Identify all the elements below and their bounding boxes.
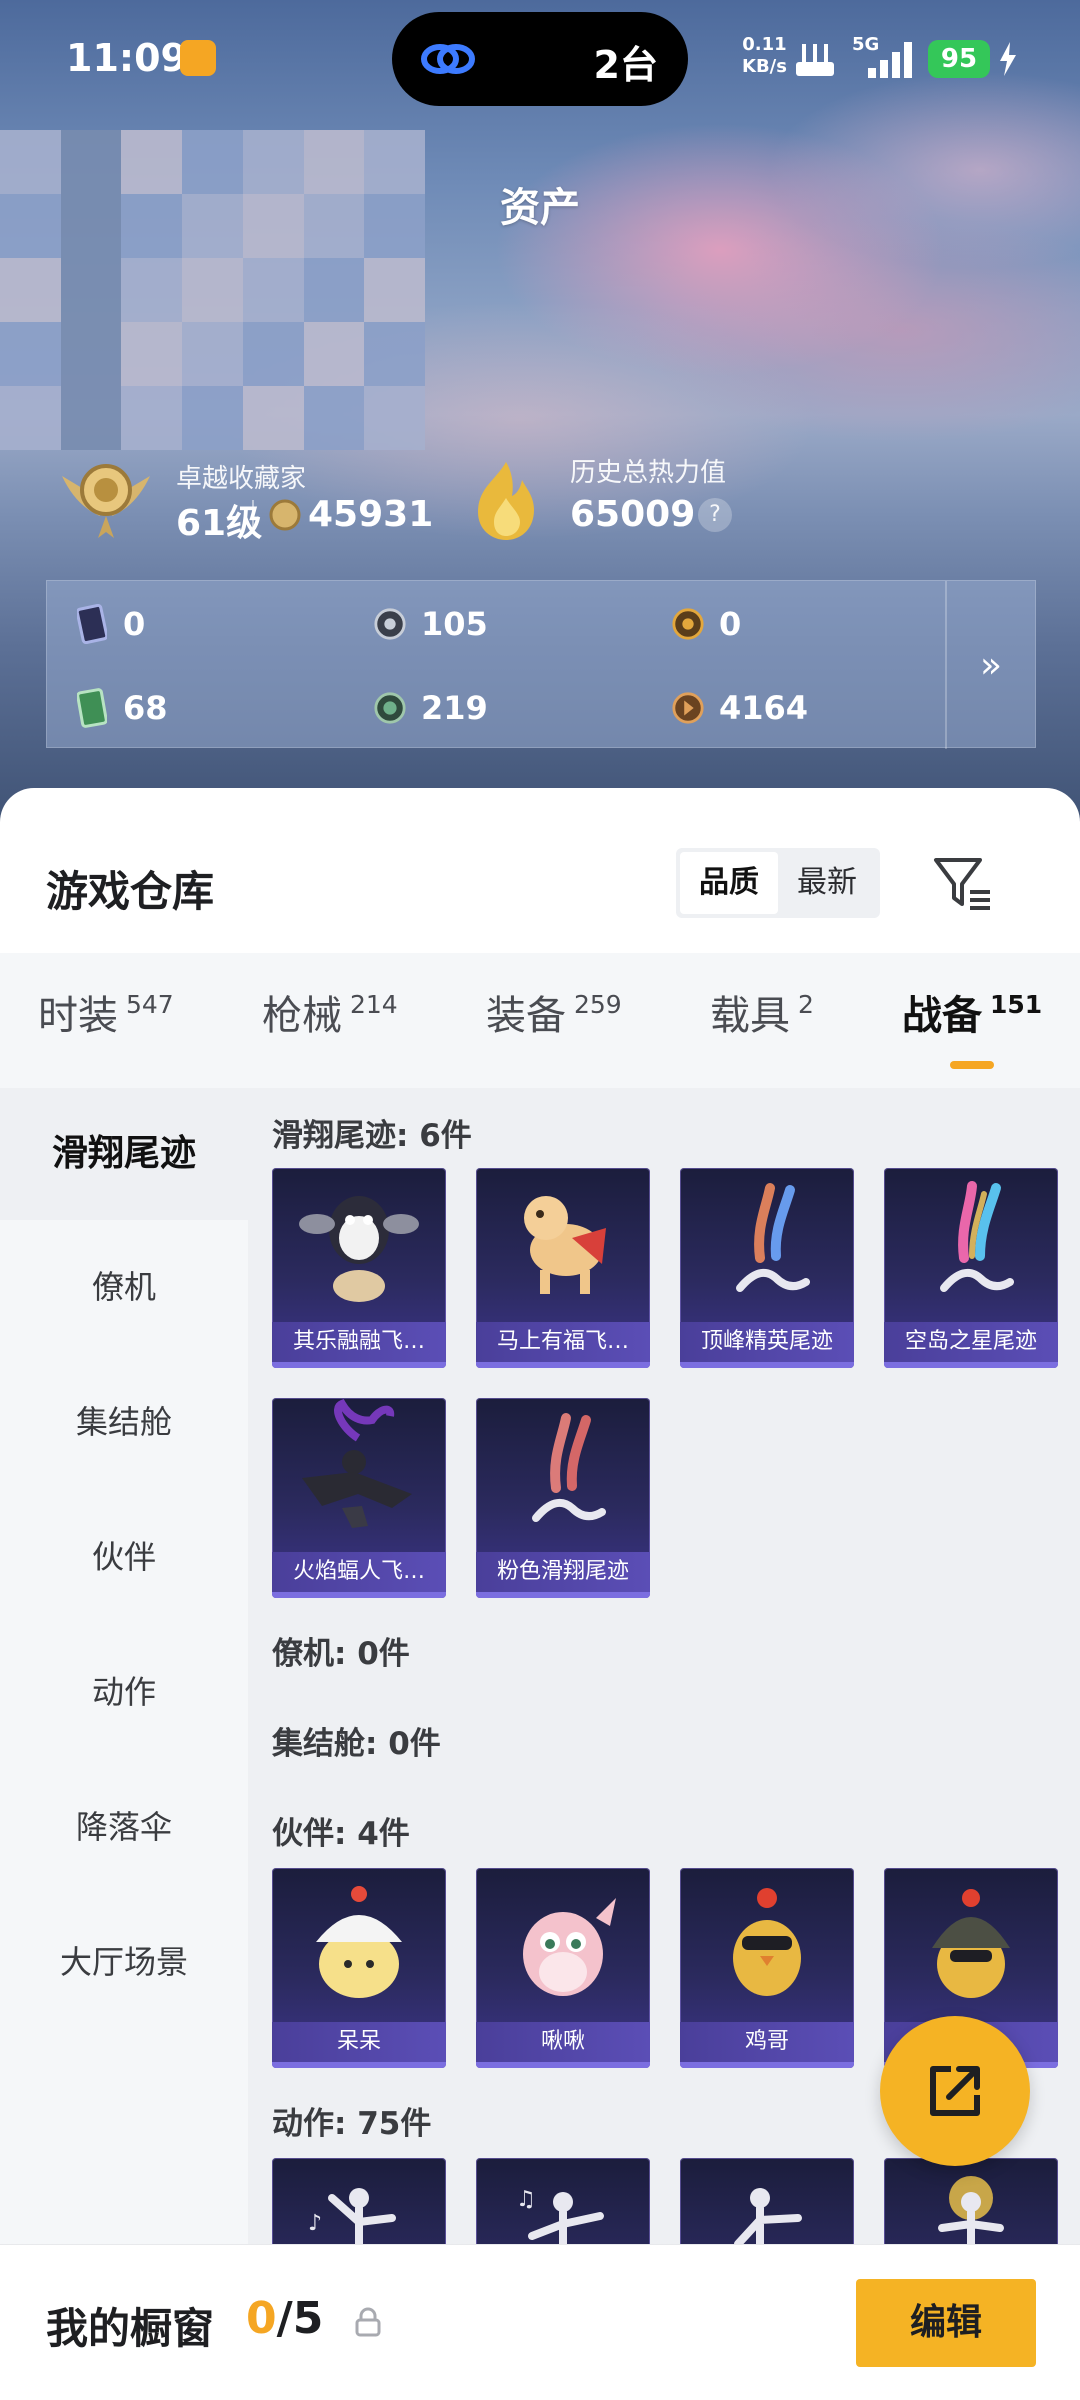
category-tabs: 时装 547 枪械 214 装备 259 载具 2 战备 151 — [0, 953, 1080, 1088]
currency-green-ticket: 68 — [75, 683, 168, 733]
item-card[interactable]: 顶峰精英尾迹 — [680, 1168, 854, 1368]
card-icon — [75, 604, 109, 644]
share-button[interactable] — [880, 2016, 1030, 2166]
sidebar-item-companion[interactable]: 伙伴 — [0, 1491, 248, 1623]
collector-title: 卓越收藏家 — [176, 464, 307, 494]
warehouse-title: 游戏仓库 — [46, 867, 215, 916]
sidebar-item-rally-pod[interactable]: 集结舱 — [0, 1356, 248, 1488]
currency-green-coin: 219 — [373, 683, 488, 733]
tab-battle-prep[interactable]: 战备 151 — [902, 983, 1042, 1041]
showcase-bar: 我的橱窗 0/5 编辑 — [0, 2244, 1080, 2400]
pink-bird-companion-icon — [523, 1898, 616, 1996]
share-icon — [930, 2066, 980, 2116]
flame-icon — [478, 462, 534, 540]
edit-button[interactable]: 编辑 — [856, 2279, 1036, 2367]
showcase-count: 0/5 — [246, 2293, 324, 2344]
helmet-chicken-companion-icon — [932, 1889, 1010, 1998]
flame-batman-glider-icon — [302, 1398, 412, 1528]
sidebar: 滑翔尾迹 僚机 集结舱 伙伴 动作 降落伞 大厅场景 — [0, 1088, 248, 2400]
tab-vehicles[interactable]: 载具 2 — [710, 983, 814, 1041]
peak-elite-trail-icon — [736, 1183, 810, 1292]
showcase-title: 我的橱窗 — [46, 2304, 215, 2353]
item-list[interactable]: 滑翔尾迹: 6件 其乐融融飞… 马上有福飞… 顶峰精英尾迹 空岛之星尾迹 火焰蝠… — [248, 1088, 1080, 2400]
horse-glider-icon — [524, 1196, 606, 1294]
collector-medal-icon — [62, 464, 150, 538]
points-badge-icon — [269, 499, 301, 531]
tab-guns[interactable]: 枪械 214 — [262, 983, 398, 1041]
item-card[interactable]: 粉色滑翔尾迹 — [476, 1398, 650, 1598]
svg-text:♫: ♫ — [516, 2187, 536, 2212]
heat-title: 历史总热力值 — [570, 458, 727, 488]
app-notification-icon — [180, 40, 216, 76]
svg-text:♪: ♪ — [308, 2211, 322, 2236]
currency-panel[interactable]: 0 105 0 68 219 4164 » — [46, 580, 1036, 749]
gold-token-icon — [671, 604, 705, 644]
item-card[interactable]: 马上有福飞… — [476, 1168, 650, 1368]
collector-level-value: 61级 — [176, 503, 263, 544]
signal-icon — [868, 42, 912, 78]
divider — [252, 500, 254, 534]
battery-indicator: 95 — [928, 40, 990, 78]
item-card[interactable]: 火焰蝠人飞… — [272, 1398, 446, 1598]
help-icon[interactable]: ? — [698, 498, 732, 532]
collector-points: 45931 — [308, 494, 434, 535]
tab-indicator — [950, 1061, 994, 1069]
section-title: 伙伴: 4件 — [272, 1816, 410, 1852]
currency-bronze-coin: 4164 — [671, 683, 808, 733]
green-coin-icon — [373, 688, 407, 728]
dynamic-island[interactable]: 2台 — [392, 12, 688, 106]
item-card[interactable]: 其乐融融飞… — [272, 1168, 446, 1368]
section-title: 滑翔尾迹: 6件 — [272, 1118, 472, 1154]
link-icon — [421, 44, 475, 74]
currency-more-button[interactable]: » — [945, 581, 1035, 749]
sort-latest[interactable]: 最新 — [778, 852, 876, 914]
heat-value: 65009 — [570, 494, 696, 535]
lock-icon — [355, 2307, 381, 2337]
sidebar-item-wingman[interactable]: 僚机 — [0, 1221, 248, 1353]
item-card[interactable]: 啾啾 — [476, 1868, 650, 2068]
sidebar-item-parachute[interactable]: 降落伞 — [0, 1761, 248, 1893]
router-icon — [796, 44, 834, 76]
item-card[interactable]: 空岛之星尾迹 — [884, 1168, 1058, 1368]
status-bar: 11:09 2台 0.11 KB/s 5G 95 — [0, 0, 1080, 120]
penguin-glider-icon — [299, 1196, 419, 1302]
collector-level[interactable]: 卓越收藏家 61级 45931 — [50, 440, 434, 550]
bronze-coin-icon — [671, 688, 705, 728]
filter-icon[interactable] — [930, 850, 994, 914]
status-time: 11:09 — [66, 36, 187, 80]
section-title: 动作: 75件 — [272, 2106, 432, 2142]
green-ticket-icon — [75, 688, 109, 728]
silver-coin-icon — [373, 604, 407, 644]
section-title: 集结舱: 0件 — [272, 1726, 441, 1762]
page-title: 资产 — [500, 185, 580, 231]
sort-toggle: 品质 最新 — [676, 848, 880, 918]
tab-equipment[interactable]: 装备 259 — [486, 983, 622, 1041]
currency-gold-token: 0 — [671, 599, 741, 649]
warehouse-sheet: 游戏仓库 品质 最新 时装 547 枪械 214 装备 259 载具 2 战备 151 滑… — [0, 788, 1080, 2400]
currency-silver: 105 — [373, 599, 488, 649]
charging-icon — [1000, 42, 1016, 76]
sidebar-item-emote[interactable]: 动作 — [0, 1626, 248, 1758]
sky-island-star-trail-icon — [940, 1181, 1014, 1292]
currency-card: 0 — [75, 599, 145, 649]
sidebar-item-lobby-scene[interactable]: 大厅场景 — [0, 1896, 248, 2028]
history-heat[interactable]: 历史总热力值 65009 ? — [466, 440, 766, 550]
chick-egg-companion-icon — [316, 1886, 402, 1998]
section-title: 僚机: 0件 — [272, 1636, 410, 1672]
tab-fashion[interactable]: 时装 547 — [38, 983, 174, 1041]
device-count: 2台 — [593, 43, 658, 87]
net-speed: 0.11 KB/s — [742, 34, 787, 77]
sidebar-item-glide-trail[interactable]: 滑翔尾迹 — [0, 1088, 248, 1220]
item-card[interactable]: 呆呆 — [272, 1868, 446, 2068]
item-card[interactable]: 鸡哥 — [680, 1868, 854, 2068]
chicken-companion-icon — [733, 1888, 801, 1996]
sort-quality[interactable]: 品质 — [680, 852, 778, 914]
pink-glide-trail-icon — [532, 1413, 606, 1522]
